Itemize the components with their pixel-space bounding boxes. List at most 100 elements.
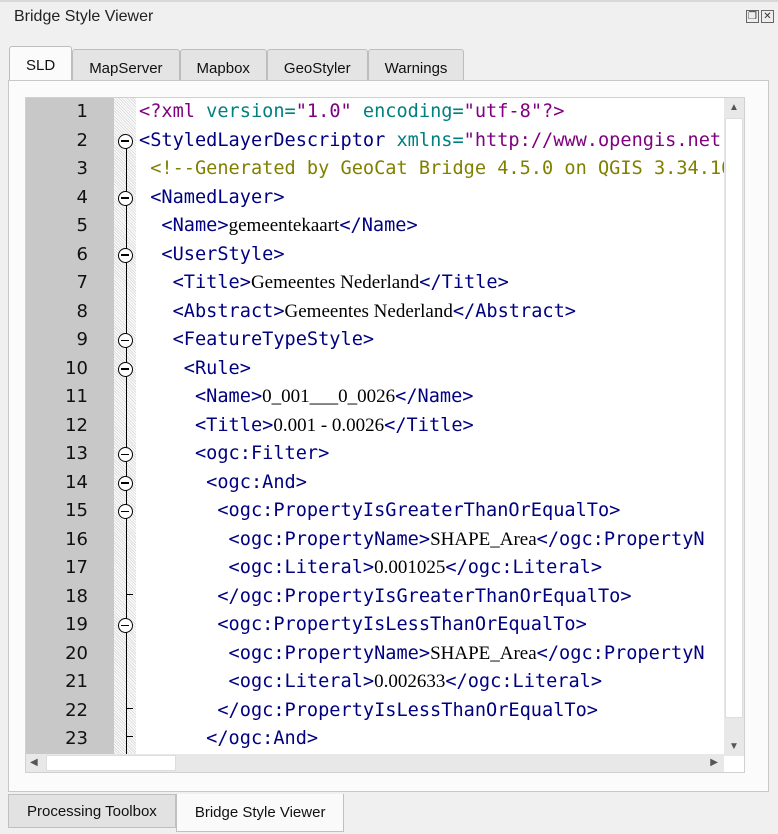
text-node: 0.001025 bbox=[374, 557, 446, 578]
horizontal-scroll-thumb[interactable] bbox=[46, 755, 176, 771]
code-line[interactable]: 13 <ogc:Filter> bbox=[26, 440, 724, 469]
code-text: <ogc:PropertyName>SHAPE_Area</ogc:Proper… bbox=[139, 640, 705, 669]
xml-tag: <Rule> bbox=[139, 357, 251, 379]
format-tabs: SLD MapServer Mapbox GeoStyler Warnings bbox=[9, 46, 465, 81]
line-number: 10 bbox=[65, 357, 88, 379]
code-line[interactable]: 3 <!--Generated by GeoCat Bridge 4.5.0 o… bbox=[26, 155, 724, 184]
panel-title: Bridge Style Viewer bbox=[14, 8, 154, 25]
xml-comment: <!--Generated by GeoCat Bridge 4.5.0 on … bbox=[150, 158, 724, 179]
code-line[interactable]: 12 <Title>0.001 - 0.0026</Title> bbox=[26, 412, 724, 441]
code-line[interactable]: 19 <ogc:PropertyIsLessThanOrEqualTo> bbox=[26, 611, 724, 640]
tab-sld[interactable]: SLD bbox=[9, 46, 73, 81]
xml-tag: </Name> bbox=[339, 215, 418, 236]
scroll-down-icon[interactable]: ▼ bbox=[729, 741, 739, 752]
xml-tag: <FeatureTypeStyle> bbox=[139, 329, 375, 350]
code-line[interactable]: 1 <?xml version="1.0" encoding="utf-8"?> bbox=[26, 98, 724, 127]
code-line[interactable]: 22 </ogc:PropertyIsLessThanOrEqualTo> bbox=[26, 697, 724, 726]
code-line[interactable]: 4 <NamedLayer> bbox=[26, 184, 724, 213]
code-line[interactable]: 5 <Name>gemeentekaart</Name> bbox=[26, 212, 724, 241]
fold-collapse-icon[interactable] bbox=[118, 333, 133, 348]
code-text: <Abstract>Gemeentes Nederland</Abstract> bbox=[139, 298, 576, 327]
close-icon[interactable]: ✕ bbox=[761, 10, 774, 23]
attribute-value: "http://www.opengis.net bbox=[463, 129, 722, 151]
code-editor[interactable]: 1 <?xml version="1.0" encoding="utf-8"?> 2… bbox=[25, 97, 745, 773]
xml-tag: <ogc:And> bbox=[139, 471, 307, 493]
line-number: 18 bbox=[65, 585, 88, 607]
tab-warnings[interactable]: Warnings bbox=[367, 49, 465, 80]
fold-end-marker bbox=[126, 729, 133, 737]
fold-collapse-icon[interactable] bbox=[118, 190, 133, 206]
fold-collapse-icon[interactable] bbox=[118, 247, 133, 263]
line-number: 11 bbox=[65, 386, 88, 407]
code-text: <ogc:PropertyIsLessThanOrEqualTo> bbox=[139, 611, 586, 640]
fold-collapse-icon[interactable] bbox=[118, 447, 133, 462]
line-number: 2 bbox=[76, 129, 88, 151]
xml-tag: <Title> bbox=[139, 414, 274, 436]
xml-tag: <ogc:Literal> bbox=[139, 671, 375, 692]
xml-tag: </ogc:PropertyN bbox=[536, 528, 705, 550]
code-line[interactable]: 16 <ogc:PropertyName>SHAPE_Area</ogc:Pro… bbox=[26, 526, 724, 555]
line-number: 1 bbox=[76, 101, 88, 122]
xml-tag: <ogc:Filter> bbox=[139, 443, 330, 464]
code-line[interactable]: 6 <UserStyle> bbox=[26, 241, 724, 270]
code-content[interactable]: 1 <?xml version="1.0" encoding="utf-8"?> 2… bbox=[26, 98, 724, 756]
tab-mapbox[interactable]: Mapbox bbox=[179, 49, 267, 80]
fold-collapse-icon[interactable] bbox=[118, 475, 133, 491]
code-line[interactable]: 11 <Name>0_001___0_0026</Name> bbox=[26, 383, 724, 412]
code-text: <Name>0_001___0_0026</Name> bbox=[139, 383, 474, 412]
fold-collapse-icon[interactable] bbox=[118, 504, 133, 519]
xml-tag: </ogc:PropertyIsGreaterThanOrEqualTo> bbox=[139, 585, 632, 607]
code-text: </ogc:PropertyIsGreaterThanOrEqualTo> bbox=[139, 583, 632, 612]
line-number: 15 bbox=[65, 500, 88, 521]
tab-processing-toolbox[interactable]: Processing Toolbox bbox=[8, 794, 176, 828]
xml-tag: </ogc:PropertyIsLessThanOrEqualTo> bbox=[139, 699, 598, 721]
scroll-left-icon[interactable]: ◀ bbox=[30, 757, 38, 768]
line-number: 22 bbox=[65, 699, 88, 721]
line-number: 20 bbox=[65, 642, 88, 664]
code-line[interactable]: 7 <Title>Gemeentes Nederland</Title> bbox=[26, 269, 724, 298]
code-text: <?xml version="1.0" encoding="utf-8"?> bbox=[139, 98, 564, 127]
code-line[interactable]: 9 <FeatureTypeStyle> bbox=[26, 326, 724, 355]
code-text: <Title>Gemeentes Nederland</Title> bbox=[139, 269, 509, 298]
attribute-name: version= bbox=[206, 101, 296, 122]
code-line[interactable]: 18 </ogc:PropertyIsGreaterThanOrEqualTo> bbox=[26, 583, 724, 612]
attribute-value: "utf-8"?> bbox=[463, 101, 565, 122]
code-line[interactable]: 21 <ogc:Literal>0.002633</ogc:Literal> bbox=[26, 668, 724, 697]
code-line[interactable]: 10 <Rule> bbox=[26, 355, 724, 384]
code-line[interactable]: 15 <ogc:PropertyIsGreaterThanOrEqualTo> bbox=[26, 497, 724, 526]
text-node: 0_001___0_0026 bbox=[262, 386, 396, 407]
vertical-scroll-thumb[interactable] bbox=[725, 118, 743, 718]
scroll-up-icon[interactable]: ▲ bbox=[729, 102, 739, 113]
fold-end-marker bbox=[126, 700, 133, 709]
code-line[interactable]: 17 <ogc:Literal>0.001025</ogc:Literal> bbox=[26, 554, 724, 583]
code-line[interactable]: 8 <Abstract>Gemeentes Nederland</Abstrac… bbox=[26, 298, 724, 327]
xml-tag: </ogc:And> bbox=[139, 728, 319, 749]
tab-mapserver[interactable]: MapServer bbox=[72, 49, 180, 80]
vertical-scrollbar[interactable]: ▲ ▼ bbox=[724, 98, 744, 756]
code-line[interactable]: 20 <ogc:PropertyName>SHAPE_Area</ogc:Pro… bbox=[26, 640, 724, 669]
line-number: 12 bbox=[65, 414, 88, 436]
line-number: 19 bbox=[65, 614, 88, 635]
text-node: SHAPE_Area bbox=[430, 528, 537, 550]
fold-collapse-icon[interactable] bbox=[118, 133, 133, 149]
attribute-name: encoding= bbox=[362, 101, 464, 122]
fold-collapse-icon[interactable] bbox=[118, 361, 133, 377]
fold-collapse-icon[interactable] bbox=[118, 618, 133, 633]
code-line[interactable]: 14 <ogc:And> bbox=[26, 469, 724, 498]
line-number: 5 bbox=[76, 215, 88, 236]
tab-bridge-style-viewer[interactable]: Bridge Style Viewer bbox=[175, 794, 345, 832]
tab-geostyler[interactable]: GeoStyler bbox=[266, 49, 368, 80]
scroll-right-icon[interactable]: ▶ bbox=[710, 757, 718, 768]
line-number: 13 bbox=[65, 443, 88, 464]
xml-tag: <ogc:PropertyName> bbox=[139, 642, 431, 664]
line-number: 23 bbox=[65, 728, 88, 749]
horizontal-scrollbar[interactable]: ◀ ▶ bbox=[26, 754, 724, 772]
line-number: 9 bbox=[76, 329, 88, 350]
line-number: 14 bbox=[65, 471, 88, 493]
float-icon[interactable]: ❐ bbox=[746, 10, 759, 23]
code-line[interactable]: 2 <StyledLayerDescriptor xmlns="http://ww… bbox=[26, 127, 724, 156]
attribute-name: xmlns= bbox=[396, 129, 464, 151]
code-line[interactable]: 23 </ogc:And> bbox=[26, 725, 724, 754]
text-node: Gemeentes Nederland bbox=[250, 272, 420, 293]
code-text: <ogc:PropertyIsGreaterThanOrEqualTo> bbox=[139, 497, 620, 526]
